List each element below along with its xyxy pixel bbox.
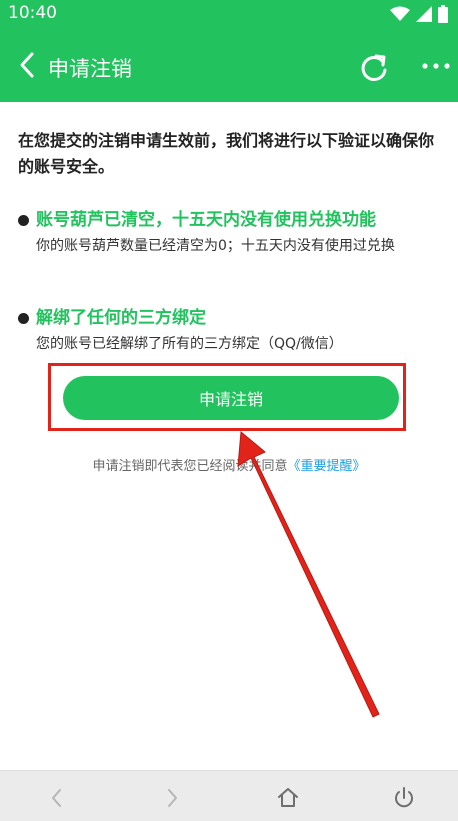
back-arrow-icon — [20, 52, 34, 78]
intro-text: 在您提交的注销申请生效前，我们将进行以下验证以确保你的账号安全。 — [18, 131, 435, 176]
nav-power-button[interactable] — [392, 786, 416, 810]
battery-icon — [438, 5, 448, 23]
check-title: 解绑了任何的三方绑定 — [36, 308, 206, 328]
check-title: 账号葫芦已清空，十五天内没有使用兑换功能 — [36, 210, 376, 230]
important-notice-link[interactable]: 《重要提醒》 — [288, 459, 366, 474]
bullet-dot — [18, 215, 29, 226]
check-desc: 你的账号葫芦数量已经清空为0；十五天内没有使用过兑换 — [36, 238, 395, 254]
more-button[interactable] — [420, 58, 452, 74]
bullet-dot — [18, 313, 29, 324]
nav-forward-button[interactable] — [160, 786, 184, 810]
wifi-icon — [390, 6, 410, 21]
nav-back-button[interactable] — [45, 786, 69, 810]
status-time: 10:40 — [8, 3, 57, 23]
signal-icon — [416, 6, 432, 22]
refresh-icon — [361, 54, 387, 81]
check-item-balance: 账号葫芦已清空，十五天内没有使用兑换功能 你的账号葫芦数量已经清空为0；十五天内… — [18, 207, 448, 287]
status-icons — [390, 4, 448, 24]
home-icon — [278, 788, 298, 807]
check-item-bindings: 解绑了任何的三方绑定 您的账号已经解绑了所有的三方绑定（QQ/微信） — [18, 305, 448, 361]
page-title: 申请注销 — [48, 57, 132, 81]
app-bar: 申请注销 — [0, 28, 458, 102]
agreement-prefix: 申请注销即代表您已经阅读并同意 — [92, 459, 288, 474]
status-bar: 10:40 — [0, 0, 458, 28]
power-icon — [395, 787, 413, 808]
nav-back-icon — [52, 789, 61, 807]
nav-forward-icon — [168, 789, 177, 807]
more-icon — [422, 63, 450, 69]
refresh-button[interactable] — [356, 50, 392, 84]
check-desc: 您的账号已经解绑了所有的三方绑定（QQ/微信） — [36, 336, 343, 352]
nav-home-button[interactable] — [276, 786, 300, 810]
system-nav-bar — [0, 770, 458, 821]
highlight-box — [48, 363, 406, 431]
back-button[interactable] — [14, 50, 44, 80]
agreement-text: 申请注销即代表您已经阅读并同意《重要提醒》 — [0, 455, 458, 474]
